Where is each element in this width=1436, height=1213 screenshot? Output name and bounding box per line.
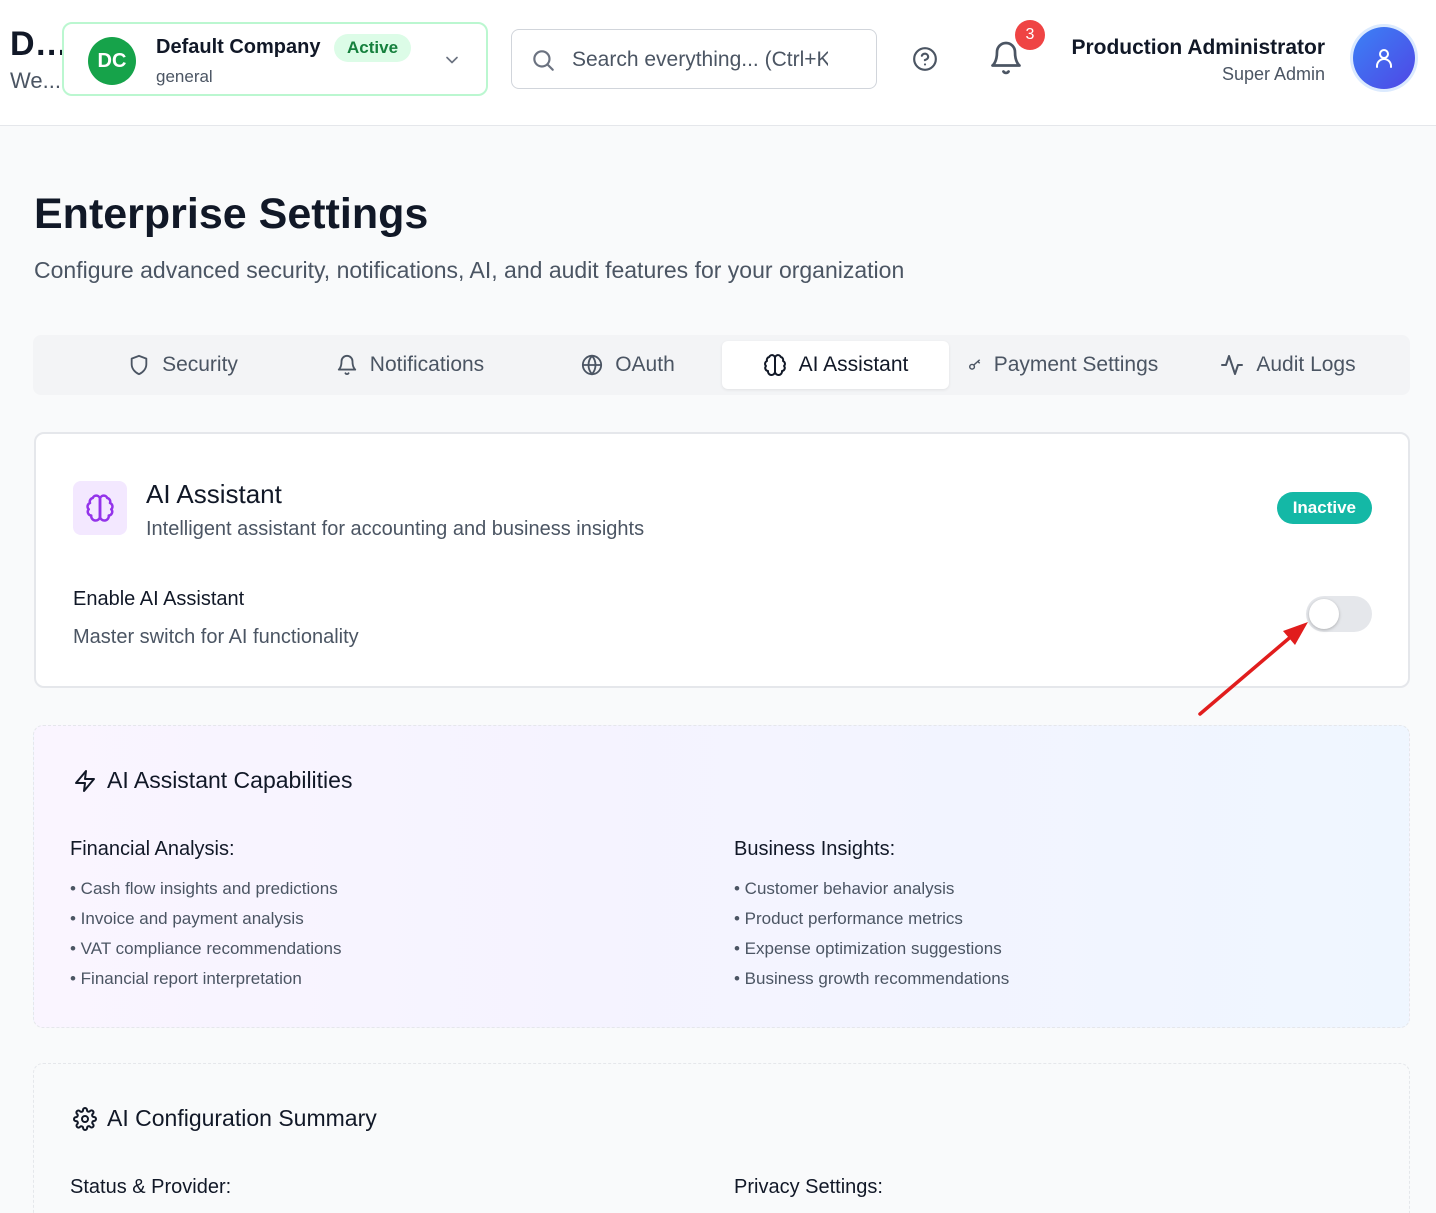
brain-icon [763, 354, 786, 376]
card-icon-box [73, 481, 127, 535]
key-icon [968, 359, 980, 370]
tab-label: Payment Settings [993, 353, 1159, 376]
tab-label: Notifications [369, 353, 485, 376]
tab-label: OAuth [615, 353, 675, 376]
list-item: • VAT compliance recommendations [70, 939, 342, 958]
status-badge: Inactive [1276, 492, 1372, 524]
search-icon [533, 50, 554, 71]
settings-tabs: Security Notifications OAuth AI Assistan… [33, 335, 1410, 395]
notification-count-badge: 3 [1015, 20, 1045, 50]
brand-title: D... [10, 25, 62, 63]
card-description: Intelligent assistant for accounting and… [146, 518, 645, 540]
config-summary-title: AI Configuration Summary [107, 1105, 377, 1131]
globe-icon [582, 354, 603, 376]
tab-security[interactable]: Security [93, 341, 273, 389]
company-status-badge: Active [334, 34, 412, 62]
business-insights-title: Business Insights: [734, 838, 896, 860]
user-avatar[interactable] [1353, 27, 1415, 89]
tab-label: AI Assistant [798, 353, 909, 376]
status-provider-title: Status & Provider: [70, 1176, 232, 1198]
user-name: Production Administrator [1071, 36, 1325, 59]
list-item: • Invoice and payment analysis [70, 909, 304, 928]
tab-audit-logs[interactable]: Audit Logs [1203, 341, 1373, 389]
capabilities-heading: AI Assistant Capabilities [73, 767, 352, 794]
brain-icon [86, 494, 114, 522]
list-item: • Business growth recommendations [734, 969, 1010, 988]
help-circle-icon[interactable] [912, 46, 938, 72]
list-item: • Customer behavior analysis [734, 879, 955, 898]
privacy-settings-title: Privacy Settings: [734, 1176, 883, 1198]
bell-icon [337, 355, 356, 376]
config-summary-heading: AI Configuration Summary [73, 1105, 377, 1132]
list-item: • Financial report interpretation [70, 969, 302, 988]
activity-icon [1221, 355, 1244, 375]
business-insights-list: • Customer behavior analysis • Product p… [734, 874, 1009, 994]
tab-ai-assistant[interactable]: AI Assistant [722, 341, 949, 389]
company-avatar: DC [88, 37, 136, 85]
enable-ai-label: Enable AI Assistant [73, 588, 245, 610]
financial-analysis-title: Financial Analysis: [70, 838, 235, 860]
tab-label: Audit Logs [1256, 353, 1356, 376]
gear-icon [73, 1106, 97, 1131]
page-title: Enterprise Settings [34, 190, 429, 238]
list-item: • Expense optimization suggestions [734, 939, 1002, 958]
global-search[interactable] [511, 29, 877, 89]
brand-subtitle: We... [10, 68, 61, 93]
user-role: Super Admin [1221, 64, 1325, 84]
company-type: general [156, 67, 213, 86]
brand[interactable]: D... We... [10, 22, 62, 96]
annotation-arrow-icon [1198, 622, 1308, 716]
lightning-icon [75, 769, 95, 792]
shield-icon [130, 354, 148, 376]
card-title: AI Assistant [146, 479, 282, 509]
financial-analysis-list: • Cash flow insights and predictions • I… [70, 874, 341, 994]
tab-payment-settings[interactable]: Payment Settings [963, 341, 1163, 389]
list-item: • Cash flow insights and predictions [70, 879, 338, 898]
page-subtitle: Configure advanced security, notificatio… [34, 257, 905, 283]
user-icon [1376, 49, 1392, 68]
config-summary-panel [33, 1063, 1410, 1213]
top-header: D... We... DC Default Company general Ac… [0, 0, 1436, 126]
tab-oauth[interactable]: OAuth [543, 341, 713, 389]
company-switcher[interactable]: DC Default Company general Active [62, 22, 488, 96]
enable-ai-description: Master switch for AI functionality [73, 626, 359, 648]
chevron-down-icon [446, 56, 458, 64]
company-name: Default Company [156, 36, 321, 58]
capabilities-title: AI Assistant Capabilities [107, 767, 353, 793]
tab-notifications[interactable]: Notifications [295, 341, 525, 389]
tab-label: Security [162, 353, 238, 376]
search-input[interactable] [572, 44, 828, 76]
list-item: • Product performance metrics [734, 909, 963, 928]
